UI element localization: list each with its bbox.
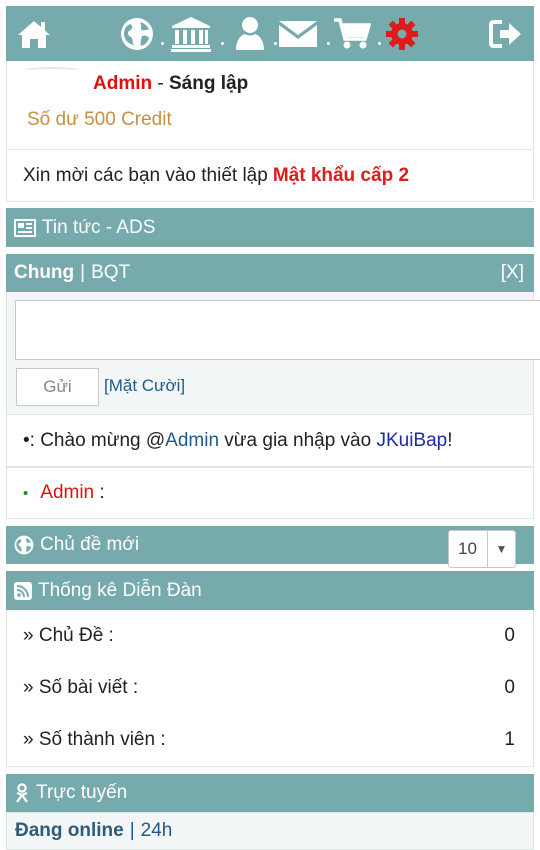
message-text: vừa gia nhập vào	[219, 429, 377, 451]
forum-stats-title: Thống kê Diễn Đàn	[38, 579, 202, 601]
tab-separator: |	[80, 262, 86, 283]
credit-balance: Số dư 500 Credit	[27, 109, 172, 130]
chat-message: • Admin :	[6, 467, 534, 519]
home-icon[interactable]	[14, 6, 54, 61]
globe-icon[interactable]	[119, 6, 155, 61]
user-name[interactable]: Admin	[93, 73, 152, 94]
new-topics-header: Chủ đề mới 10 ▼	[6, 526, 534, 568]
chat-message: • : Chào mừng @ Admin vừa gia nhập vào J…	[6, 414, 534, 467]
nav-separator	[221, 42, 224, 45]
chevron-down-icon: ▼	[487, 531, 515, 567]
chat-header: Chung | BQT [X]	[6, 254, 534, 292]
stat-value: 0	[504, 625, 515, 646]
stat-row: » Số bài viết : 0	[6, 662, 534, 715]
message-bullet: •	[23, 429, 30, 451]
message-text: : Chào mừng @	[29, 429, 166, 451]
topic-count-select[interactable]: 10 ▼	[448, 530, 516, 568]
avatar[interactable]	[23, 67, 81, 75]
password-notice-text: Xin mời các bạn vào thiết lập	[23, 164, 268, 186]
user-role: Sáng lập	[169, 73, 249, 94]
bank-icon[interactable]	[169, 6, 213, 61]
chat-close-button[interactable]: [X]	[501, 262, 524, 284]
tab-bqt[interactable]: BQT	[91, 262, 130, 284]
mention-link[interactable]: Admin	[165, 430, 219, 452]
top-nav	[6, 6, 534, 61]
cart-icon[interactable]	[332, 6, 372, 61]
stat-label: » Chủ Đề :	[23, 625, 114, 646]
tab-separator: |	[129, 820, 135, 841]
site-link[interactable]: JKuiBap	[376, 430, 447, 452]
name-separator: -	[157, 73, 164, 94]
new-topics-title: Chủ đề mới	[40, 534, 140, 555]
chat-message-input[interactable]	[15, 300, 540, 360]
gear-icon[interactable]	[384, 6, 420, 61]
news-header[interactable]: Tin tức - ADS	[6, 208, 534, 247]
online-header: Trực tuyến	[6, 774, 534, 812]
logout-icon[interactable]	[486, 6, 526, 61]
globe-icon	[14, 535, 34, 555]
password-notice: Xin mời các bạn vào thiết lập Mật khẩu c…	[6, 149, 534, 202]
user-name-row: Admin - Sáng lập	[93, 73, 248, 95]
nav-separator	[161, 42, 164, 45]
stat-label: » Số bài viết :	[23, 677, 139, 698]
stat-value: 0	[504, 677, 515, 698]
message-text: :	[94, 482, 105, 503]
tab-online-now[interactable]: Đang online	[15, 820, 124, 842]
password-level2-link[interactable]: Mật khẩu cấp 2	[273, 165, 409, 187]
rss-icon	[14, 581, 32, 600]
news-title: Tin tức - ADS	[42, 216, 156, 238]
nav-separator	[327, 42, 330, 45]
online-tabs: Đang online | 24h	[6, 812, 534, 850]
message-bullet: •	[23, 484, 29, 502]
stat-row: » Chủ Đề : 0	[6, 610, 534, 663]
message-author[interactable]: Admin	[40, 482, 94, 504]
stat-value: 1	[504, 729, 515, 750]
mail-icon[interactable]	[276, 6, 320, 61]
tab-chung[interactable]: Chung	[14, 262, 74, 284]
user-icon[interactable]	[230, 6, 270, 61]
online-title: Trực tuyến	[36, 782, 128, 803]
nav-separator	[378, 42, 381, 45]
stat-row: » Số thành viên : 1	[6, 714, 534, 767]
select-value: 10	[458, 539, 477, 558]
profile-card: Admin - Sáng lập Số dư 500 Credit	[6, 61, 534, 150]
message-text: !	[447, 429, 453, 451]
person-icon	[14, 783, 30, 803]
send-button[interactable]: Gửi	[16, 368, 99, 406]
chat-form: Gửi [Mặt Cười]	[6, 292, 540, 414]
smiley-link[interactable]: [Mặt Cười]	[104, 376, 185, 396]
forum-stats-header: Thống kê Diễn Đàn	[6, 571, 534, 610]
newspaper-icon	[14, 218, 36, 237]
stat-label: » Số thành viên :	[23, 729, 166, 750]
tab-24h[interactable]: 24h	[141, 820, 173, 842]
